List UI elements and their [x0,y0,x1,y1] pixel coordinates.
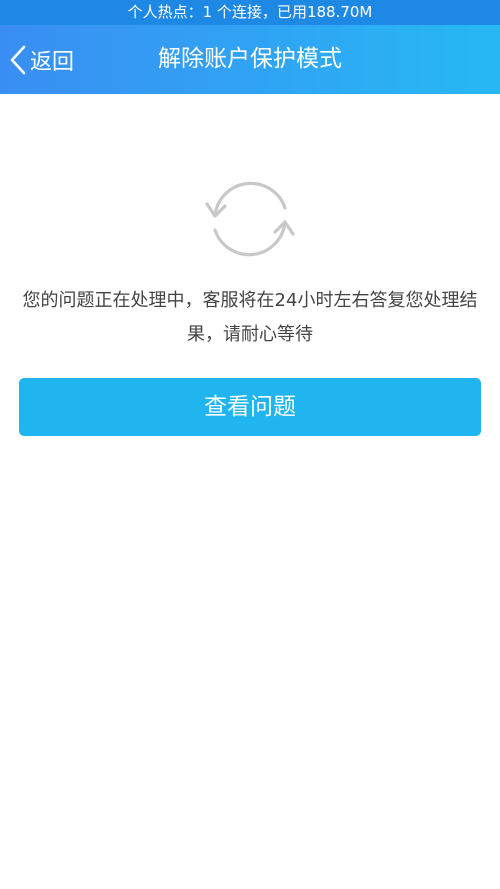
chevron-left-icon [10,45,26,74]
status-bar: 个人热点：1 个连接，已用188.70M [0,0,500,25]
navigation-bar: 返回 解除账户保护模式 [0,25,500,94]
processing-message: 您的问题正在处理中，客服将在24小时左右答复您处理结果，请耐心等待 [22,290,478,345]
view-question-button[interactable]: 查看问题 [19,378,481,436]
main-content: 您的问题正在处理中，客服将在24小时左右答复您处理结果，请耐心等待 查看问题 [0,94,500,889]
back-button[interactable]: 返回 [8,25,74,94]
back-label: 返回 [30,49,75,75]
hotspot-status-text: 个人热点：1 个连接，已用188.70M [127,3,373,21]
refresh-icon [205,181,295,257]
page-title: 解除账户保护模式 [158,46,342,72]
